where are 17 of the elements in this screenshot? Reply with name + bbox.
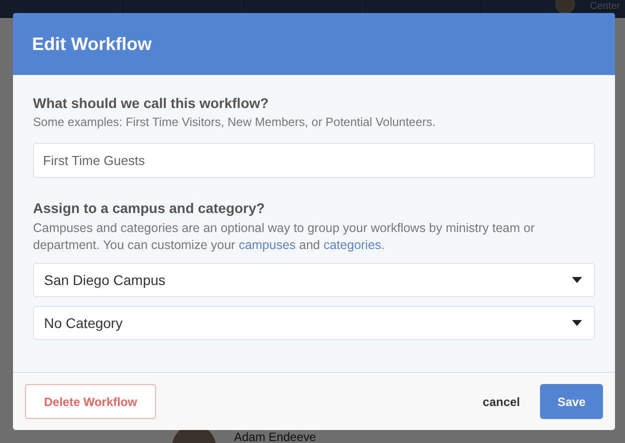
dialog-title: Edit Workflow [32, 34, 152, 54]
workflow-name-field[interactable]: First Time Guests [33, 143, 595, 178]
section-heading: Assign to a campus and category? [33, 200, 266, 216]
profile-name: Adam Endeeve [234, 431, 316, 443]
campuses-link[interactable]: campuses [238, 238, 296, 252]
section-description: Campuses and categories are an optional way to group your workflows by ministry team or department. You can customize your campuses and categories. [33, 220, 536, 254]
avatar-icon [555, 0, 575, 14]
delete-workflow-button[interactable]: Delete Workflow [25, 384, 156, 419]
caret-icon [572, 277, 582, 283]
cancel-button[interactable]: cancel [462, 384, 540, 419]
dropdown-select[interactable]: No Category [33, 306, 595, 340]
section-hint: Some examples: First Time Visitors, New Members, or Potential Volunteers. [33, 115, 437, 129]
section-heading: What should we call this workflow? [33, 95, 270, 111]
caret-icon [572, 320, 582, 326]
save-button[interactable]: Save [540, 384, 603, 419]
dropdown-select[interactable]: San Diego Campus [33, 263, 595, 297]
categories-link[interactable]: categories. [323, 238, 385, 252]
